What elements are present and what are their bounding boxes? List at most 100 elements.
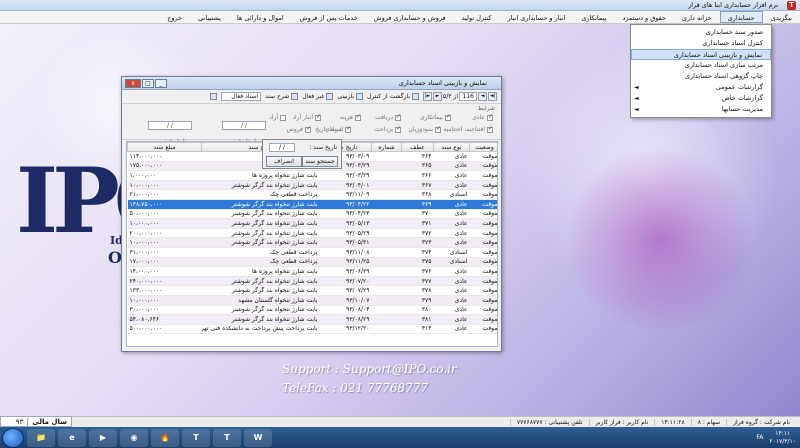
taskbar-app-6[interactable]: T xyxy=(213,428,241,447)
print-icon[interactable] xyxy=(210,93,218,100)
taskbar-app-0[interactable]: 📁 xyxy=(27,428,55,447)
return-from-control-button[interactable]: بازگشت از کنترل xyxy=(367,93,420,100)
table-cell xyxy=(371,161,402,172)
column-header-0[interactable]: وضعیت xyxy=(469,142,497,152)
table-cell: موقت xyxy=(469,285,497,296)
menu-item-10[interactable]: پشتیبانی xyxy=(190,11,229,23)
menu-item-11[interactable]: خروج xyxy=(159,11,190,23)
nav-last-button[interactable]: ►| xyxy=(423,92,433,101)
menu-item-6[interactable]: کنترل تولید xyxy=(454,11,500,23)
table-row[interactable]: موقت عادی ۳۸۰ ۹۳/۰۸/۰۴ بابت شارژ تنخواه بند … xyxy=(127,305,497,316)
filter-checkbox-5[interactable]: آزاد xyxy=(269,114,286,121)
taskbar-app-5[interactable]: T xyxy=(182,428,210,447)
taskbar-app-2[interactable]: ▶ xyxy=(89,428,117,447)
taskbar-app-1[interactable]: e xyxy=(58,428,86,447)
taskbar-app-4[interactable]: 🔥 xyxy=(151,428,179,447)
fiscal-year-selector[interactable]: سال مالی ۹۳ xyxy=(0,416,72,427)
taskbar-app-3[interactable]: ◉ xyxy=(120,428,148,447)
table-row[interactable]: موقت اسنادی ۳۷۵ ۹۳/۱۱/۲۵ پرداخت قطعی چک ۱۷،۰۰… xyxy=(127,257,497,268)
filter-checkbox-7[interactable]: سودوزیان xyxy=(409,125,442,134)
dropdown-item-0[interactable]: صدور سند حسابداری xyxy=(631,27,771,38)
menu-item-3[interactable]: حقوق و دستمزد xyxy=(614,11,674,23)
column-header-1[interactable]: نوع سند xyxy=(433,142,470,152)
filter-checkbox-8[interactable]: پرداخت xyxy=(374,125,401,134)
table-row[interactable]: موقت عادی ۳۶۶ ۹۳/۰۳/۲۹ بابت شارژ تنخواه پروژ… xyxy=(127,170,497,181)
clock[interactable]: ۱۴:۱۱ ۲۰۱۷/۳/۱۰ xyxy=(769,430,796,446)
table-row[interactable]: موقت عادی ۴۱۴ ۹۳/۱۲/۲۰ بابت پرداخت پیش پرداخ… xyxy=(127,324,497,335)
menu-item-8[interactable]: خدمات پس از فروش xyxy=(292,11,366,23)
dropdown-item-5[interactable]: گزارشات عمومی ◄ xyxy=(631,82,771,93)
filter-checkbox-2[interactable]: دریافت xyxy=(375,113,401,122)
menu-item-1[interactable]: حسابداری xyxy=(719,11,763,23)
table-row[interactable]: موقت اسنادی ۳۷۴ ۹۳/۱۱/۰۸ پرداخت قطعی چک ۳۱،۰۰… xyxy=(127,247,497,258)
filter-checkbox-0[interactable]: عادی xyxy=(472,113,493,122)
return-label: بازگشت از کنترل xyxy=(367,93,411,100)
taskbar-app-7[interactable]: W xyxy=(244,428,272,447)
table-row[interactable]: موقت عادی ۳۸۱ ۹۳/۰۸/۲۹ بابت شارژ تنخواه بند … xyxy=(127,314,497,325)
column-header-6[interactable]: مبلغ سند xyxy=(127,142,202,152)
show-description-button[interactable]: شرح سند xyxy=(265,93,299,100)
dropdown-item-1[interactable]: کنترل اسناد حسابداری xyxy=(631,38,771,49)
filter-checkbox-3[interactable]: هزینه xyxy=(340,113,361,122)
dropdown-item-7[interactable]: مدیریت حسابها ◄ xyxy=(631,104,771,115)
table-row[interactable]: موقت عادی ۳۷۰ ۹۳/۰۴/۲۳ بابت شارژ تنخواه بند … xyxy=(127,209,497,220)
table-row[interactable]: موقت عادی ۳۷۶ ۹۳/۰۶/۲۹ بابت شارژ تنخواه پروژ… xyxy=(127,266,497,277)
to-date-input[interactable]: / / xyxy=(148,121,192,130)
filter-checkbox-9[interactable]: اسنادی xyxy=(325,125,351,134)
table-row[interactable]: موقت عادی ۳۷۸ ۹۳/۰۷/۲۹ بابت شارژ تنخواه بند … xyxy=(127,285,497,296)
telefax: TeleFax : 021 77768777 xyxy=(282,381,429,395)
dropdown-item-4[interactable]: چاپ گروهی اسناد حسابداری xyxy=(631,71,771,82)
close-button[interactable]: x xyxy=(125,79,141,88)
menu-item-0[interactable]: بیگزیدی xyxy=(763,11,800,23)
minimize-button[interactable]: _ xyxy=(155,79,167,88)
table-cell xyxy=(371,189,402,200)
maximize-button[interactable]: □ xyxy=(142,79,154,88)
nav-prev-button[interactable]: ◄ xyxy=(478,92,487,101)
dropdown-item-label: گزارشات خاص xyxy=(721,94,763,102)
dropdown-item-2[interactable]: نمایش و بازبینی اسناد حسابداری xyxy=(631,49,771,60)
language-indicator[interactable]: FA xyxy=(756,434,763,441)
table-row[interactable]: موقت عادی ۳۷۱ ۹۳/۰۵/۱۳ بابت شارژ تنخواه بند … xyxy=(127,218,497,229)
table-row[interactable]: موقت عادی ۳۷۹ ۹۳/۱۰/۰۷ بابت شارژ تنخواه گلست… xyxy=(127,295,497,306)
filter-checkbox-6[interactable]: افتتاحیه، اختتامیه xyxy=(443,125,493,134)
dialog-search-button[interactable]: جستجو سند xyxy=(302,156,338,167)
table-cell: پرداخت قطعی چک xyxy=(201,247,320,258)
documents-grid: وضعیت نوع سند عطف شماره تاریخ سند شرح سند مبلغ… xyxy=(126,141,498,347)
filter-checkbox-1[interactable]: پیمانکاری xyxy=(420,113,451,122)
nav-next-button[interactable]: ► xyxy=(433,92,443,101)
table-cell xyxy=(371,324,402,335)
table-cell: پرداخت قطعی چک xyxy=(201,257,320,268)
status-cell-0: نام شرکت : گروه فراز xyxy=(726,418,796,426)
column-header-3[interactable]: شماره xyxy=(371,142,402,152)
table-cell: ۱۷۵،۰۰۰،۰۰۰ xyxy=(127,161,202,172)
review-button[interactable]: بازبینی xyxy=(337,93,364,100)
from-date-input[interactable]: / / xyxy=(222,121,266,130)
record-number-input[interactable]: 116 xyxy=(459,92,477,101)
menu-item-5[interactable]: انبار و حسابداری انبار xyxy=(500,11,574,23)
dropdown-item-6[interactable]: گزارشات خاص ◄ xyxy=(631,93,771,104)
menu-item-9[interactable]: اموال و دارائی ها xyxy=(229,11,292,23)
dialog-cancel-button[interactable]: انصراف xyxy=(266,156,302,167)
nav-first-button[interactable]: |◄ xyxy=(488,92,497,101)
menu-item-7[interactable]: فروش و حسابداری فروش xyxy=(366,11,454,23)
menu-item-2[interactable]: خزانه داری xyxy=(674,11,720,23)
menu-item-4[interactable]: پیمانکاری xyxy=(573,11,614,23)
filter-checkbox-4[interactable]: انبار آزاد xyxy=(292,113,321,122)
table-row[interactable]: موقت عادی ۳۶۷ ۹۳/۰۴/۰۱ بابت شارژ تنخواه بند … xyxy=(127,180,497,191)
dialog-date-input[interactable]: / / xyxy=(269,143,295,152)
column-header-2[interactable]: عطف xyxy=(401,142,434,152)
table-row[interactable]: موقت اسنادی ۳۶۸ ۹۳/۱۱/۰۹ پرداخت قطعی چک ۲۱،۰۰… xyxy=(127,189,497,200)
table-cell: بابت شارژ تنخواه پروژه ها xyxy=(201,266,320,277)
filter-group-label: شرایط xyxy=(477,105,495,112)
table-cell: ۱۰،۰۰۰،۰۰۰ xyxy=(127,295,202,306)
table-row[interactable]: موقت عادی ۳۶۹ ۹۳/۰۴/۲۲ بابت شارژ تنخواه بند … xyxy=(127,199,497,210)
start-button[interactable] xyxy=(2,427,24,448)
table-row[interactable]: موقت عادی ۳۷۳ ۹۳/۰۵/۳۱ بابت شارژ تنخواه بند … xyxy=(127,237,497,248)
hide-button[interactable]: غیر فعال xyxy=(302,93,334,100)
active-docs-select[interactable]: اسناد فعال xyxy=(221,92,262,101)
table-row[interactable]: موقت عادی ۳۷۲ ۹۳/۰۵/۲۹ بابت شارژ تنخواه بند … xyxy=(127,228,497,239)
filter-checkbox-10[interactable]: فروش xyxy=(287,125,311,134)
dropdown-item-3[interactable]: مرتب سازی اسناد حسابداری xyxy=(631,60,771,71)
table-cell: موقت xyxy=(469,266,497,277)
table-row[interactable]: موقت عادی ۳۷۷ ۹۳/۰۷/۲۰ بابت شارژ تنخواه بند … xyxy=(127,276,497,287)
